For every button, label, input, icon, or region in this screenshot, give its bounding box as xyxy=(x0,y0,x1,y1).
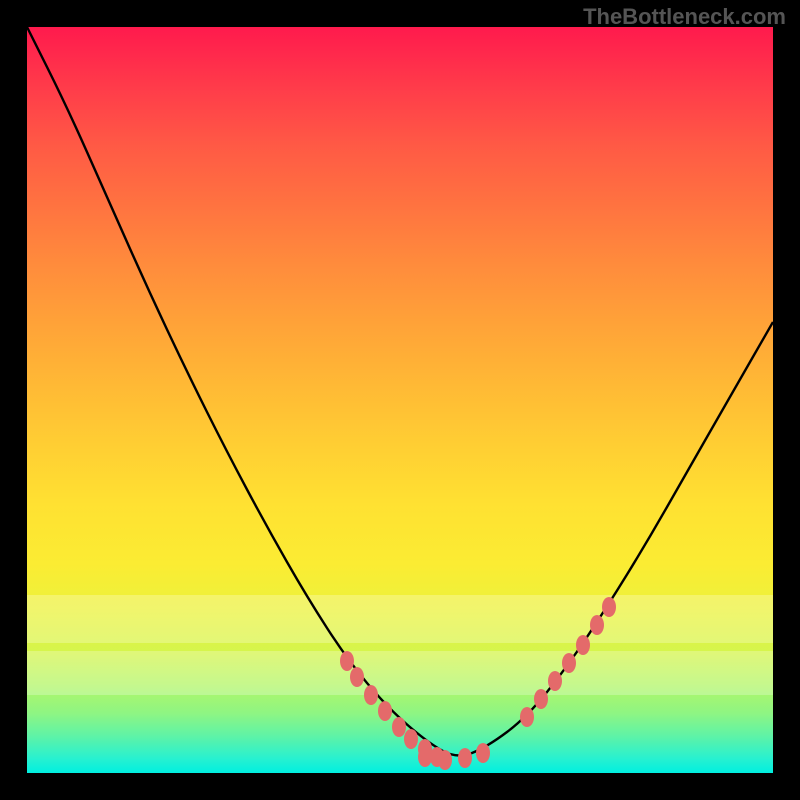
scatter-dot xyxy=(548,671,562,691)
scatter-dot xyxy=(350,667,364,687)
scatter-dot xyxy=(458,748,472,768)
scatter-dot xyxy=(392,717,406,737)
scatter-dot xyxy=(520,707,534,727)
scatter-dot xyxy=(590,615,604,635)
plot-area xyxy=(27,27,773,773)
scatter-dot xyxy=(340,651,354,671)
curve-path xyxy=(27,27,773,755)
scatter-dot xyxy=(438,750,452,770)
scatter-dot xyxy=(364,685,378,705)
watermark-text: TheBottleneck.com xyxy=(583,4,786,30)
chart-svg xyxy=(27,27,773,773)
scatter-dot xyxy=(476,743,490,763)
scatter-dot xyxy=(378,701,392,721)
scatter-dot xyxy=(562,653,576,673)
scatter-dot xyxy=(576,635,590,655)
scatter-dots xyxy=(340,597,616,770)
scatter-dot xyxy=(404,729,418,749)
scatter-dot xyxy=(534,689,548,709)
scatter-dot xyxy=(418,747,432,767)
scatter-dot xyxy=(602,597,616,617)
